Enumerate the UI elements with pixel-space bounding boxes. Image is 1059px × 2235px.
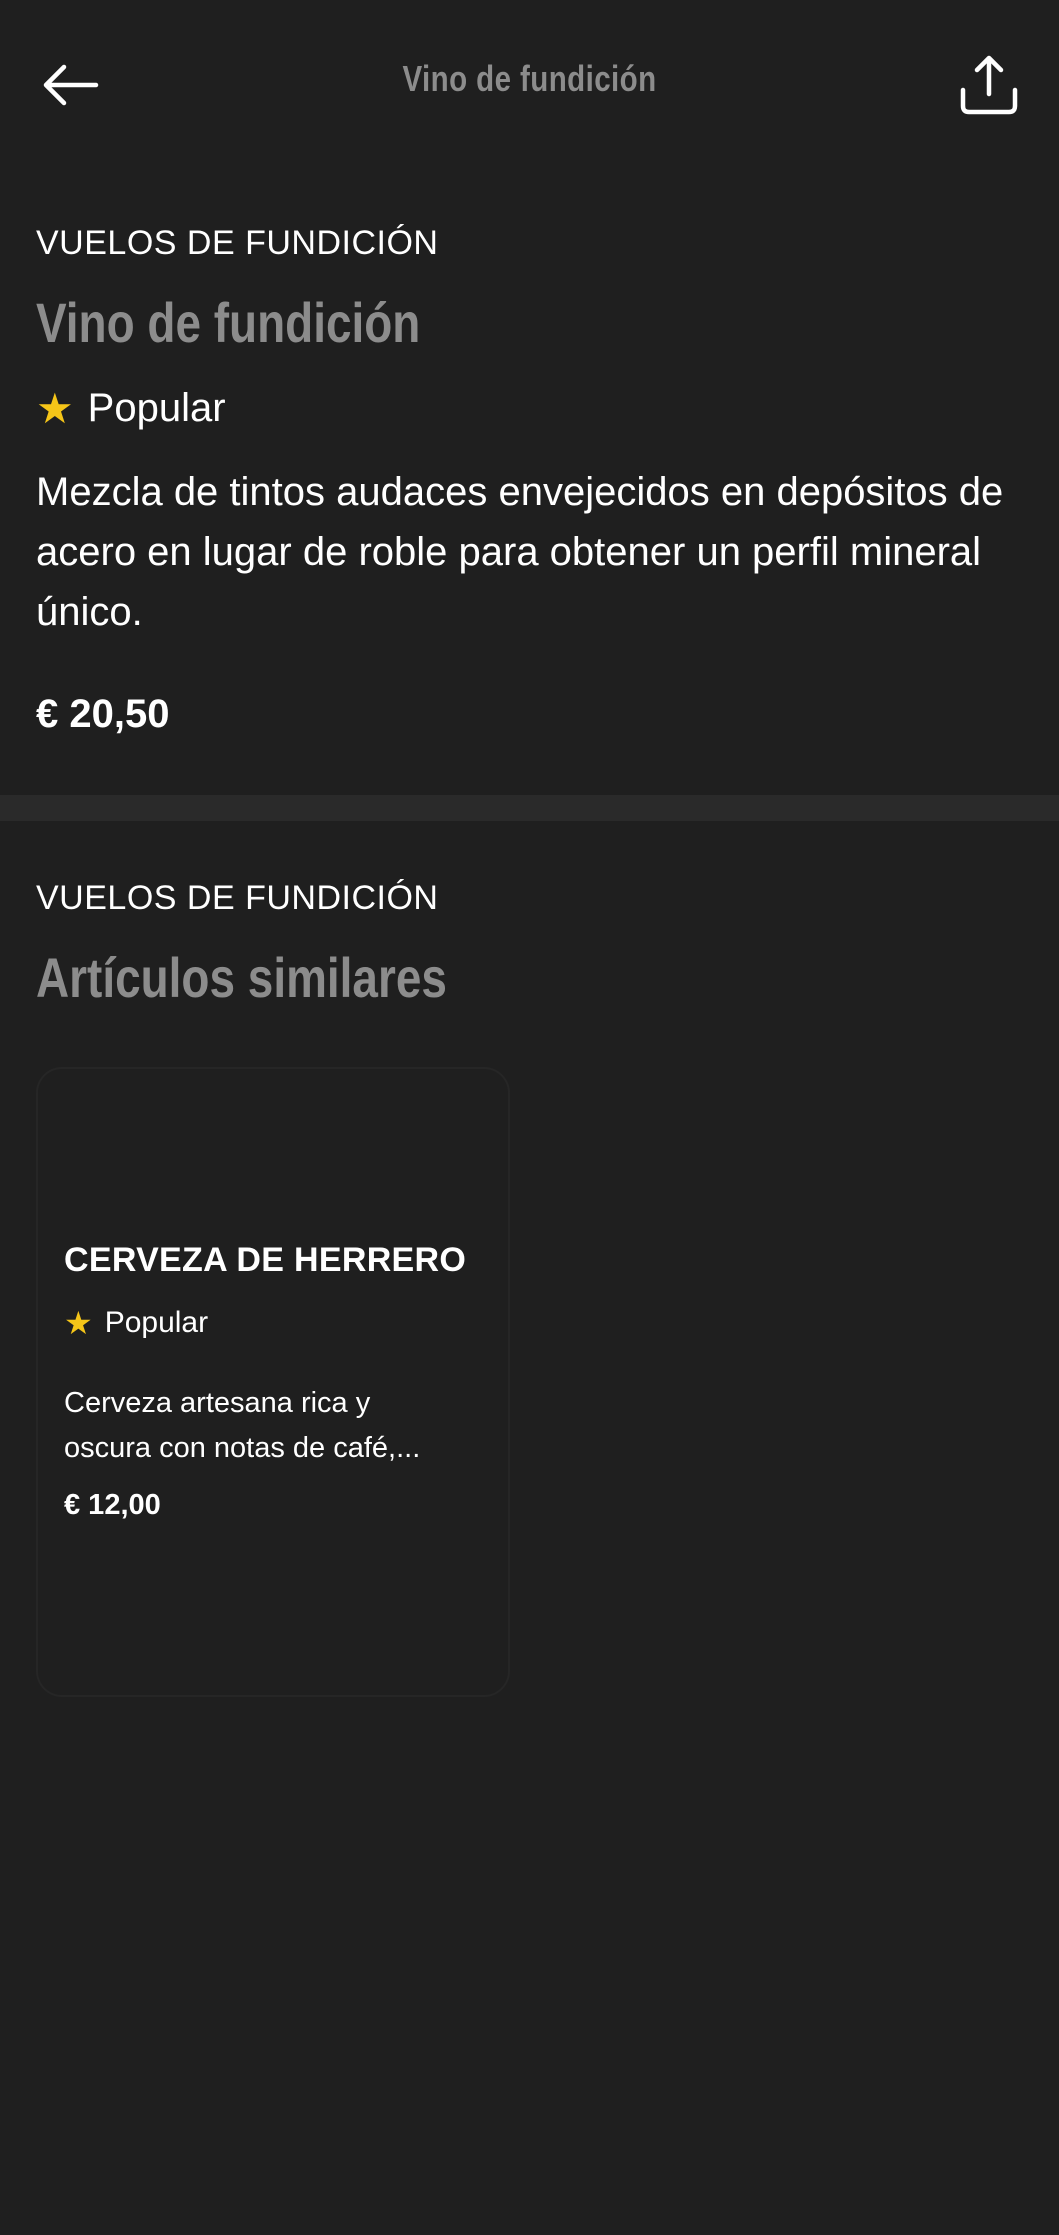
card-description-line: oscura con notas de café,... [64, 1432, 421, 1464]
section-divider [0, 795, 1059, 821]
page-title: Vino de fundición [402, 58, 657, 99]
similar-category: VUELOS DE FUNDICIÓN [36, 879, 439, 917]
share-icon [960, 55, 1018, 115]
top-bar: Vino de fundición [0, 0, 1059, 170]
star-icon: ★ [36, 385, 74, 432]
item-category: VUELOS DE FUNDICIÓN [36, 224, 439, 262]
arrow-left-icon [43, 64, 99, 106]
item-price: € 20,50 [36, 692, 170, 736]
popular-badge: ★ Popular [36, 384, 226, 433]
card-description-line: Cerveza artesana rica y [64, 1387, 371, 1419]
card-popular-label: Popular [104, 1306, 209, 1339]
card-title: CERVEZA DE HERRERO [64, 1241, 467, 1279]
share-button[interactable] [949, 45, 1029, 125]
similar-items-section: VUELOS DE FUNDICIÓN Artículos similares … [0, 821, 1059, 1721]
item-description: Mezcla de tintos audaces envejecidos en … [36, 470, 1004, 634]
star-icon: ★ [64, 1305, 93, 1341]
item-detail: VUELOS DE FUNDICIÓN Vino de fundición ★ … [0, 170, 1059, 795]
card-description: Cerveza artesana rica y oscura con notas… [64, 1381, 484, 1471]
similar-item-card[interactable]: CERVEZA DE HERRERO ★ Popular Cerveza art… [36, 1067, 510, 1697]
similar-heading: Artículos similares [36, 946, 447, 1009]
item-title: Vino de fundición [36, 291, 421, 354]
popular-label: Popular [87, 386, 226, 430]
card-popular-badge: ★ Popular [64, 1304, 208, 1342]
card-price: € 12,00 [64, 1489, 161, 1521]
